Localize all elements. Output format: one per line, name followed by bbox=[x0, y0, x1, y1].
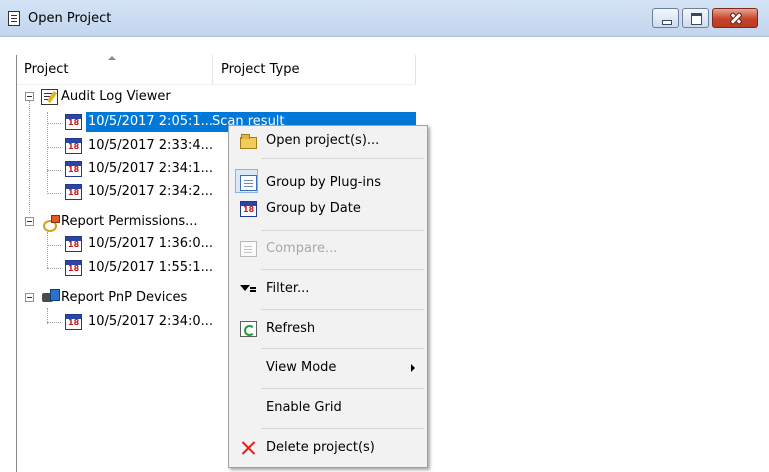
document-icon bbox=[8, 11, 20, 26]
compare-icon bbox=[240, 241, 257, 257]
pnp-devices-icon bbox=[42, 289, 60, 305]
notepad-icon bbox=[41, 89, 58, 105]
collapse-toggle[interactable] bbox=[25, 92, 34, 101]
open-folder-icon bbox=[240, 133, 257, 149]
menu-item-open-projects[interactable]: Open project(s)... bbox=[231, 128, 425, 154]
tree-connector bbox=[47, 112, 48, 192]
menu-item-group-by-plugins[interactable]: Group by Plug-ins bbox=[231, 170, 425, 196]
tree-connector bbox=[47, 232, 48, 268]
submenu-arrow-icon bbox=[411, 364, 415, 372]
menu-item-delete-projects[interactable]: Delete project(s) bbox=[231, 435, 425, 461]
calendar-icon bbox=[65, 184, 82, 200]
menu-item-filter[interactable]: Filter... bbox=[231, 276, 425, 302]
menu-item-refresh[interactable]: Refresh bbox=[231, 316, 425, 342]
minimize-button[interactable] bbox=[652, 8, 679, 28]
tree-connector bbox=[47, 193, 61, 194]
refresh-icon bbox=[240, 321, 257, 337]
menu-separator bbox=[261, 158, 424, 159]
document-list-icon bbox=[240, 175, 257, 191]
calendar-icon bbox=[65, 260, 82, 276]
menu-item-compare: Compare... bbox=[231, 236, 425, 262]
column-header-project-type[interactable]: Project Type bbox=[214, 55, 416, 84]
keys-icon bbox=[42, 214, 60, 232]
menu-item-view-mode[interactable]: View Mode bbox=[231, 355, 425, 381]
calendar-icon bbox=[65, 314, 82, 330]
close-button[interactable] bbox=[712, 8, 758, 28]
tree-connector bbox=[47, 268, 61, 269]
tree-connector bbox=[47, 170, 61, 171]
menu-item-enable-grid[interactable]: Enable Grid bbox=[231, 395, 425, 421]
tree-connector bbox=[29, 101, 30, 213]
calendar-icon bbox=[65, 236, 82, 252]
tree-connector bbox=[47, 322, 61, 323]
delete-x-icon bbox=[240, 440, 257, 456]
window-title: Open Project bbox=[28, 11, 112, 26]
filter-icon bbox=[240, 281, 257, 297]
context-menu: Open project(s)... Group by Plug-ins Gro… bbox=[228, 125, 428, 468]
calendar-icon bbox=[65, 138, 82, 154]
menu-separator bbox=[261, 428, 424, 429]
tree-connector bbox=[47, 245, 61, 246]
calendar-icon bbox=[65, 161, 82, 177]
collapse-toggle[interactable] bbox=[25, 293, 34, 302]
calendar-icon bbox=[240, 201, 257, 217]
menu-separator bbox=[261, 269, 424, 270]
menu-separator bbox=[261, 230, 424, 231]
calendar-icon bbox=[65, 114, 82, 130]
list-left-border bbox=[16, 55, 17, 472]
maximize-button[interactable] bbox=[682, 8, 709, 28]
menu-separator bbox=[261, 388, 424, 389]
header-divider bbox=[17, 84, 417, 85]
menu-separator bbox=[261, 309, 424, 310]
tree-connector bbox=[47, 147, 61, 148]
title-bar: Open Project bbox=[0, 0, 769, 37]
collapse-toggle[interactable] bbox=[25, 217, 34, 226]
column-header-project[interactable]: Project bbox=[17, 55, 213, 84]
menu-item-group-by-date[interactable]: Group by Date bbox=[231, 196, 425, 222]
tree-connector bbox=[47, 123, 61, 124]
menu-separator bbox=[261, 348, 424, 349]
